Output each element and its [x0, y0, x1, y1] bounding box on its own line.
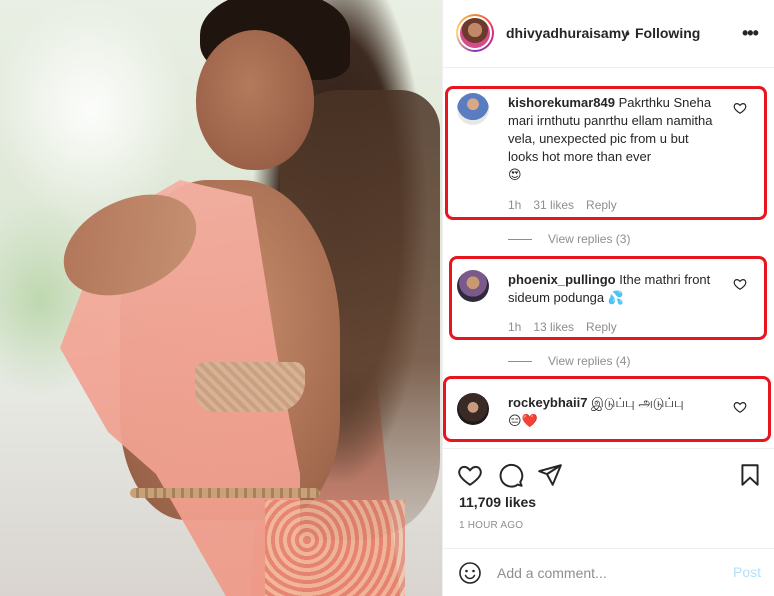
post-header: dhivyadhuraisamy • Following •••: [443, 0, 774, 68]
highlight-box-comment-3: [443, 376, 771, 442]
post-photo[interactable]: [0, 0, 442, 596]
post-actions-bar: [443, 448, 774, 498]
view-replies-label: View replies (4): [548, 354, 631, 368]
post-side-panel: dhivyadhuraisamy • Following ••• kishore…: [442, 0, 774, 596]
paper-plane-icon[interactable]: [537, 462, 563, 488]
view-replies-button[interactable]: View replies (4): [508, 354, 630, 368]
add-comment-input[interactable]: [497, 562, 717, 584]
author-username[interactable]: dhivyadhuraisamy: [506, 25, 629, 41]
photo-waist-chain: [130, 488, 320, 498]
following-button[interactable]: Following: [635, 25, 700, 41]
comment-icon[interactable]: [498, 462, 524, 488]
more-horizontal-icon[interactable]: •••: [742, 24, 759, 42]
post-timestamp[interactable]: 1 HOUR AGO: [459, 520, 523, 531]
likes-count[interactable]: 11,709 likes: [459, 494, 536, 510]
heart-icon[interactable]: [457, 462, 483, 488]
photo-blouse: [195, 362, 305, 412]
emoji-icon[interactable]: [458, 561, 482, 585]
bookmark-icon[interactable]: [737, 462, 763, 488]
header-separator: •: [625, 25, 630, 41]
highlight-box-comment-2: [449, 256, 767, 340]
highlight-box-comment-1: [445, 86, 767, 220]
photo-face: [196, 30, 314, 170]
add-comment-bar: Post: [443, 548, 774, 596]
post-comment-button[interactable]: Post: [733, 564, 761, 580]
view-replies-label: View replies (3): [548, 232, 631, 246]
author-avatar-image: [460, 18, 490, 48]
author-avatar[interactable]: [456, 14, 494, 52]
view-replies-button[interactable]: View replies (3): [508, 232, 630, 246]
photo-embroidery: [265, 500, 405, 596]
